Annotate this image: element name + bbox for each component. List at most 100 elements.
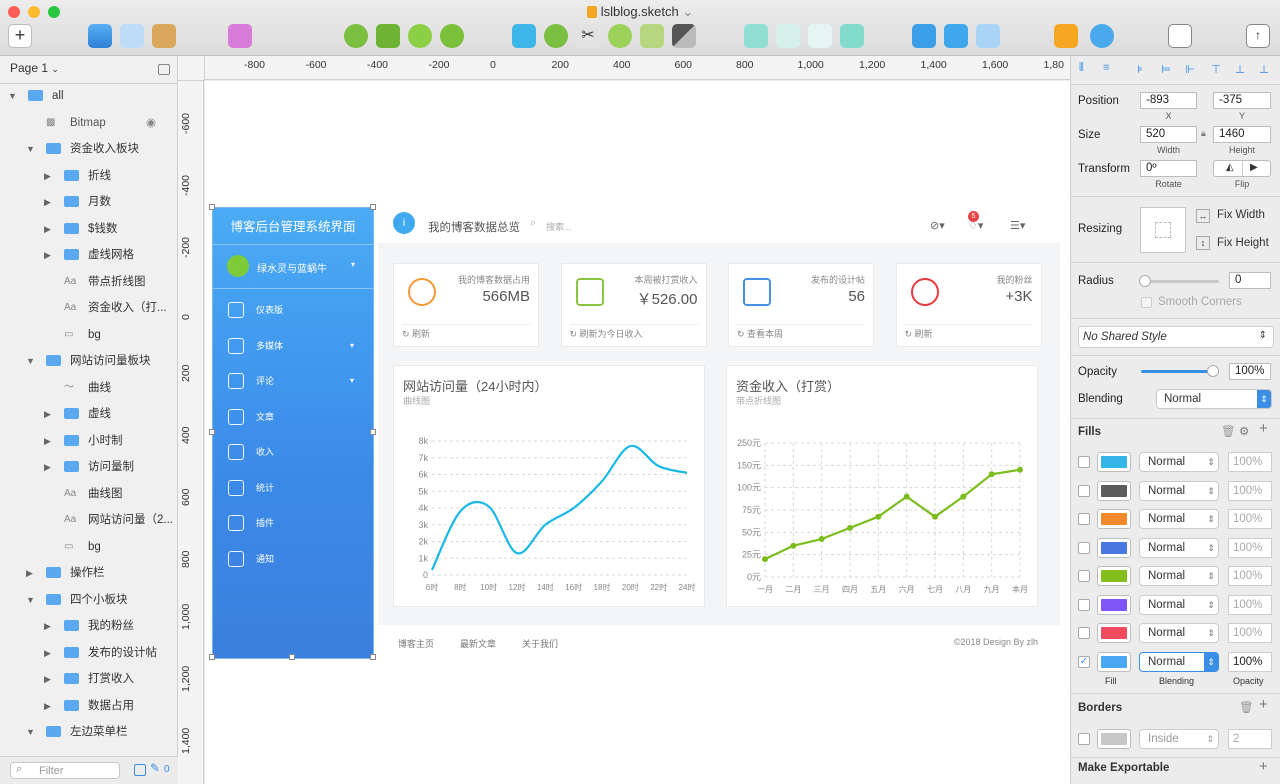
resize-handle[interactable] [370,204,376,210]
pen-icon[interactable]: ✎ [150,761,160,775]
fill-checkbox[interactable] [1078,627,1090,639]
collapse-pages-icon[interactable] [158,64,170,75]
fill-blend-select[interactable]: Normal ⇕ [1139,452,1219,472]
ungroup-icon[interactable] [120,24,144,48]
fill-opacity-field[interactable]: 100% [1228,509,1272,529]
layer-row[interactable]: Aa 网站访问量（2... [0,507,178,533]
disclosure-open-icon[interactable]: ▼ [26,348,35,374]
layer-row[interactable]: ▼ 资金收入板块 [0,136,178,162]
layer-row[interactable]: ▶ 月数 [0,189,178,215]
layer-row[interactable]: ▼ all [0,83,178,109]
add-export-icon[interactable]: + [1259,758,1268,775]
align-left-icon[interactable]: ⫴ [1079,62,1084,75]
layer-row[interactable]: ▶ $钱数 [0,216,178,242]
flip-horizontal-icon[interactable]: ◭ [1226,162,1234,173]
gear-icon[interactable]: ⚙ [1239,424,1249,438]
fill-checkbox[interactable] [1078,570,1090,582]
border-color-swatch[interactable] [1097,729,1131,749]
info-icon[interactable]: i [393,212,415,234]
fill-checkbox[interactable] [1078,456,1090,468]
make-exportable-label[interactable]: Make Exportable [1078,762,1169,774]
smooth-corners-checkbox[interactable] [1141,297,1152,308]
footer-link[interactable]: 最新文章 [460,637,496,650]
fill-opacity-field[interactable]: 100% [1228,566,1272,586]
stat-footer-link[interactable]: 刷新 [412,329,430,339]
fix-width-label[interactable]: Fix Width [1217,209,1265,221]
layer-row[interactable]: ▶ 折线 [0,163,178,189]
opacity-slider-track[interactable] [1141,370,1213,373]
rotate-copies-icon[interactable] [408,24,432,48]
fill-color-swatch[interactable] [1097,480,1131,501]
resize-handle[interactable] [289,654,295,660]
edit-icon[interactable] [228,24,252,48]
fill-color-swatch[interactable] [1097,452,1131,472]
fill-checkbox[interactable] [1078,541,1090,554]
add-fill-icon[interactable]: + [1259,420,1268,437]
layer-row[interactable]: ▭ bg [0,534,178,560]
sketch-cloud-icon[interactable] [1054,24,1078,48]
fill-opacity-field[interactable]: 100% [1228,623,1272,643]
layer-row[interactable]: ▶ 打赏收入 [0,666,178,692]
resize-handle[interactable] [209,204,215,210]
insert-button[interactable]: + [8,24,32,48]
stat-footer-link[interactable]: 刷新 [915,329,933,339]
position-x-field[interactable]: -893 [1140,92,1197,109]
layer-row[interactable]: ▶ 虚线 [0,401,178,427]
fill-blend-select[interactable]: Normal ⇕ [1139,480,1219,501]
layer-row[interactable]: ▼ 四个小板块 [0,587,178,613]
union-icon[interactable] [344,24,368,48]
opacity-slider-knob[interactable] [1207,365,1219,377]
footer-link[interactable]: 关于我们 [522,637,558,650]
layer-row[interactable]: Aa 曲线图 [0,481,178,507]
flatten-icon[interactable] [440,24,464,48]
radius-slider-track[interactable] [1141,280,1219,283]
resize-handle[interactable] [370,429,376,435]
distribute-h-icon[interactable]: ≡ [1103,62,1110,74]
trash-icon[interactable]: 🗑︎ [1239,700,1254,714]
backward-icon[interactable] [776,24,800,48]
height-field[interactable]: 1460 [1213,126,1271,143]
stat-card[interactable]: 我的博客数据占用 566MB ↻ 刷新 [393,263,539,347]
add-border-icon[interactable]: + [1259,696,1268,713]
disclosure-open-icon[interactable]: ▼ [26,136,35,162]
layer-row[interactable]: ▶ 操作栏 [0,560,178,586]
page-selector[interactable]: Page 1 ⌄ [10,61,59,75]
symbol-filter-icon[interactable] [134,764,146,776]
disclosure-open-icon[interactable]: ▼ [26,587,35,613]
fill-color-swatch[interactable] [1097,509,1131,529]
layer-row[interactable]: 〜 曲线 [0,375,178,401]
fill-color-swatch[interactable] [1097,537,1131,558]
fill-opacity-field[interactable]: 100% [1228,452,1272,472]
components-icon[interactable] [912,24,936,48]
union-bool-icon[interactable] [544,24,568,48]
fill-blend-select[interactable]: Normal ⇕ [1139,537,1219,558]
list-icon[interactable]: ☰▾ [1010,219,1025,232]
disclosure-closed-icon[interactable]: ▶ [44,454,51,480]
align-middle-icon[interactable]: ⊥ [1235,62,1245,76]
share-icon[interactable]: ↑ [1246,24,1270,48]
disclosure-closed-icon[interactable]: ▶ [44,189,51,215]
align-top-icon[interactable]: ⊤ [1211,62,1221,76]
distribute-icon[interactable] [976,24,1000,48]
layer-row[interactable]: ▶ 数据占用 [0,693,178,719]
disclosure-closed-icon[interactable]: ▶ [44,216,51,242]
lock-icon[interactable]: 🔒︎ [1201,128,1206,139]
layer-row[interactable]: ▶ 虚线网格 [0,242,178,268]
fill-color-swatch[interactable] [1097,623,1131,643]
fill-checkbox[interactable] [1078,484,1090,497]
location-icon[interactable]: ⊘▾ [930,219,945,232]
fill-checkbox[interactable] [1078,598,1090,611]
stat-card[interactable]: 本周被打赏收入 ￥526.00 ↻ 刷新为今日收入 [560,263,707,347]
eye-icon[interactable]: ◉ [146,110,156,136]
fix-width-icon[interactable]: ↔ [1196,209,1210,223]
stat-card[interactable]: 发布的设计帖 56 ↻ 查看本周 [728,263,874,347]
scale-icon[interactable] [608,24,632,48]
fix-height-label[interactable]: Fix Height [1217,237,1269,249]
flip-vertical-icon[interactable]: ▶ [1250,162,1258,173]
fill-opacity-field[interactable]: 100% [1228,594,1272,615]
disclosure-open-icon[interactable]: ▼ [26,719,35,745]
fill-color-swatch[interactable] [1097,651,1131,672]
disclosure-closed-icon[interactable]: ▶ [44,640,51,666]
fix-height-icon[interactable]: ↕ [1196,236,1210,250]
layer-row[interactable]: ▶ 我的粉丝 [0,613,178,639]
